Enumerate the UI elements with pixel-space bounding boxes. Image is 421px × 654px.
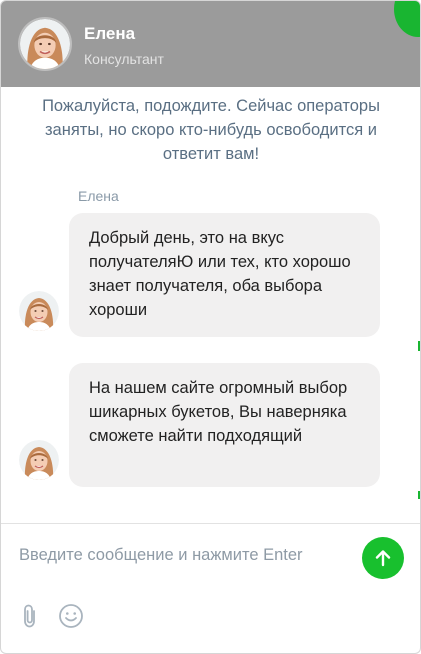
avatar-image	[19, 440, 59, 480]
chat-header: Елена Консультант	[1, 1, 420, 87]
message-bubble: Добрый день, это на вкус получателяЮ или…	[69, 213, 380, 337]
message-input[interactable]	[19, 541, 349, 569]
corner-accent	[394, 1, 420, 37]
emoji-button[interactable]	[57, 602, 85, 630]
message-avatar	[19, 291, 59, 331]
message-text: На нашем сайте огромный выбор шикарных б…	[89, 379, 348, 445]
avatar-image	[20, 19, 70, 69]
avatar-image	[19, 291, 59, 331]
operator-name: Елена	[84, 24, 136, 43]
paperclip-icon	[24, 604, 35, 628]
message-sender: Елена	[78, 188, 119, 204]
chat-widget: Елена Консультант Пожалуйста, подождите.…	[0, 0, 421, 654]
message-bubble: На нашем сайте огромный выбор шикарных б…	[69, 363, 380, 487]
edge-mark	[418, 341, 420, 351]
composer-divider	[1, 523, 420, 524]
operator-avatar	[20, 19, 70, 69]
attach-button[interactable]	[16, 602, 44, 630]
arrow-up-icon	[375, 550, 391, 567]
edge-mark	[418, 491, 420, 499]
wait-notice: Пожалуйста, подождите. Сейчас операторы …	[42, 97, 380, 163]
smile-icon	[59, 604, 83, 628]
message-avatar	[19, 440, 59, 480]
operator-role: Консультант	[84, 51, 164, 67]
send-button[interactable]	[362, 537, 404, 579]
message-text: Добрый день, это на вкус получателяЮ или…	[89, 229, 351, 319]
